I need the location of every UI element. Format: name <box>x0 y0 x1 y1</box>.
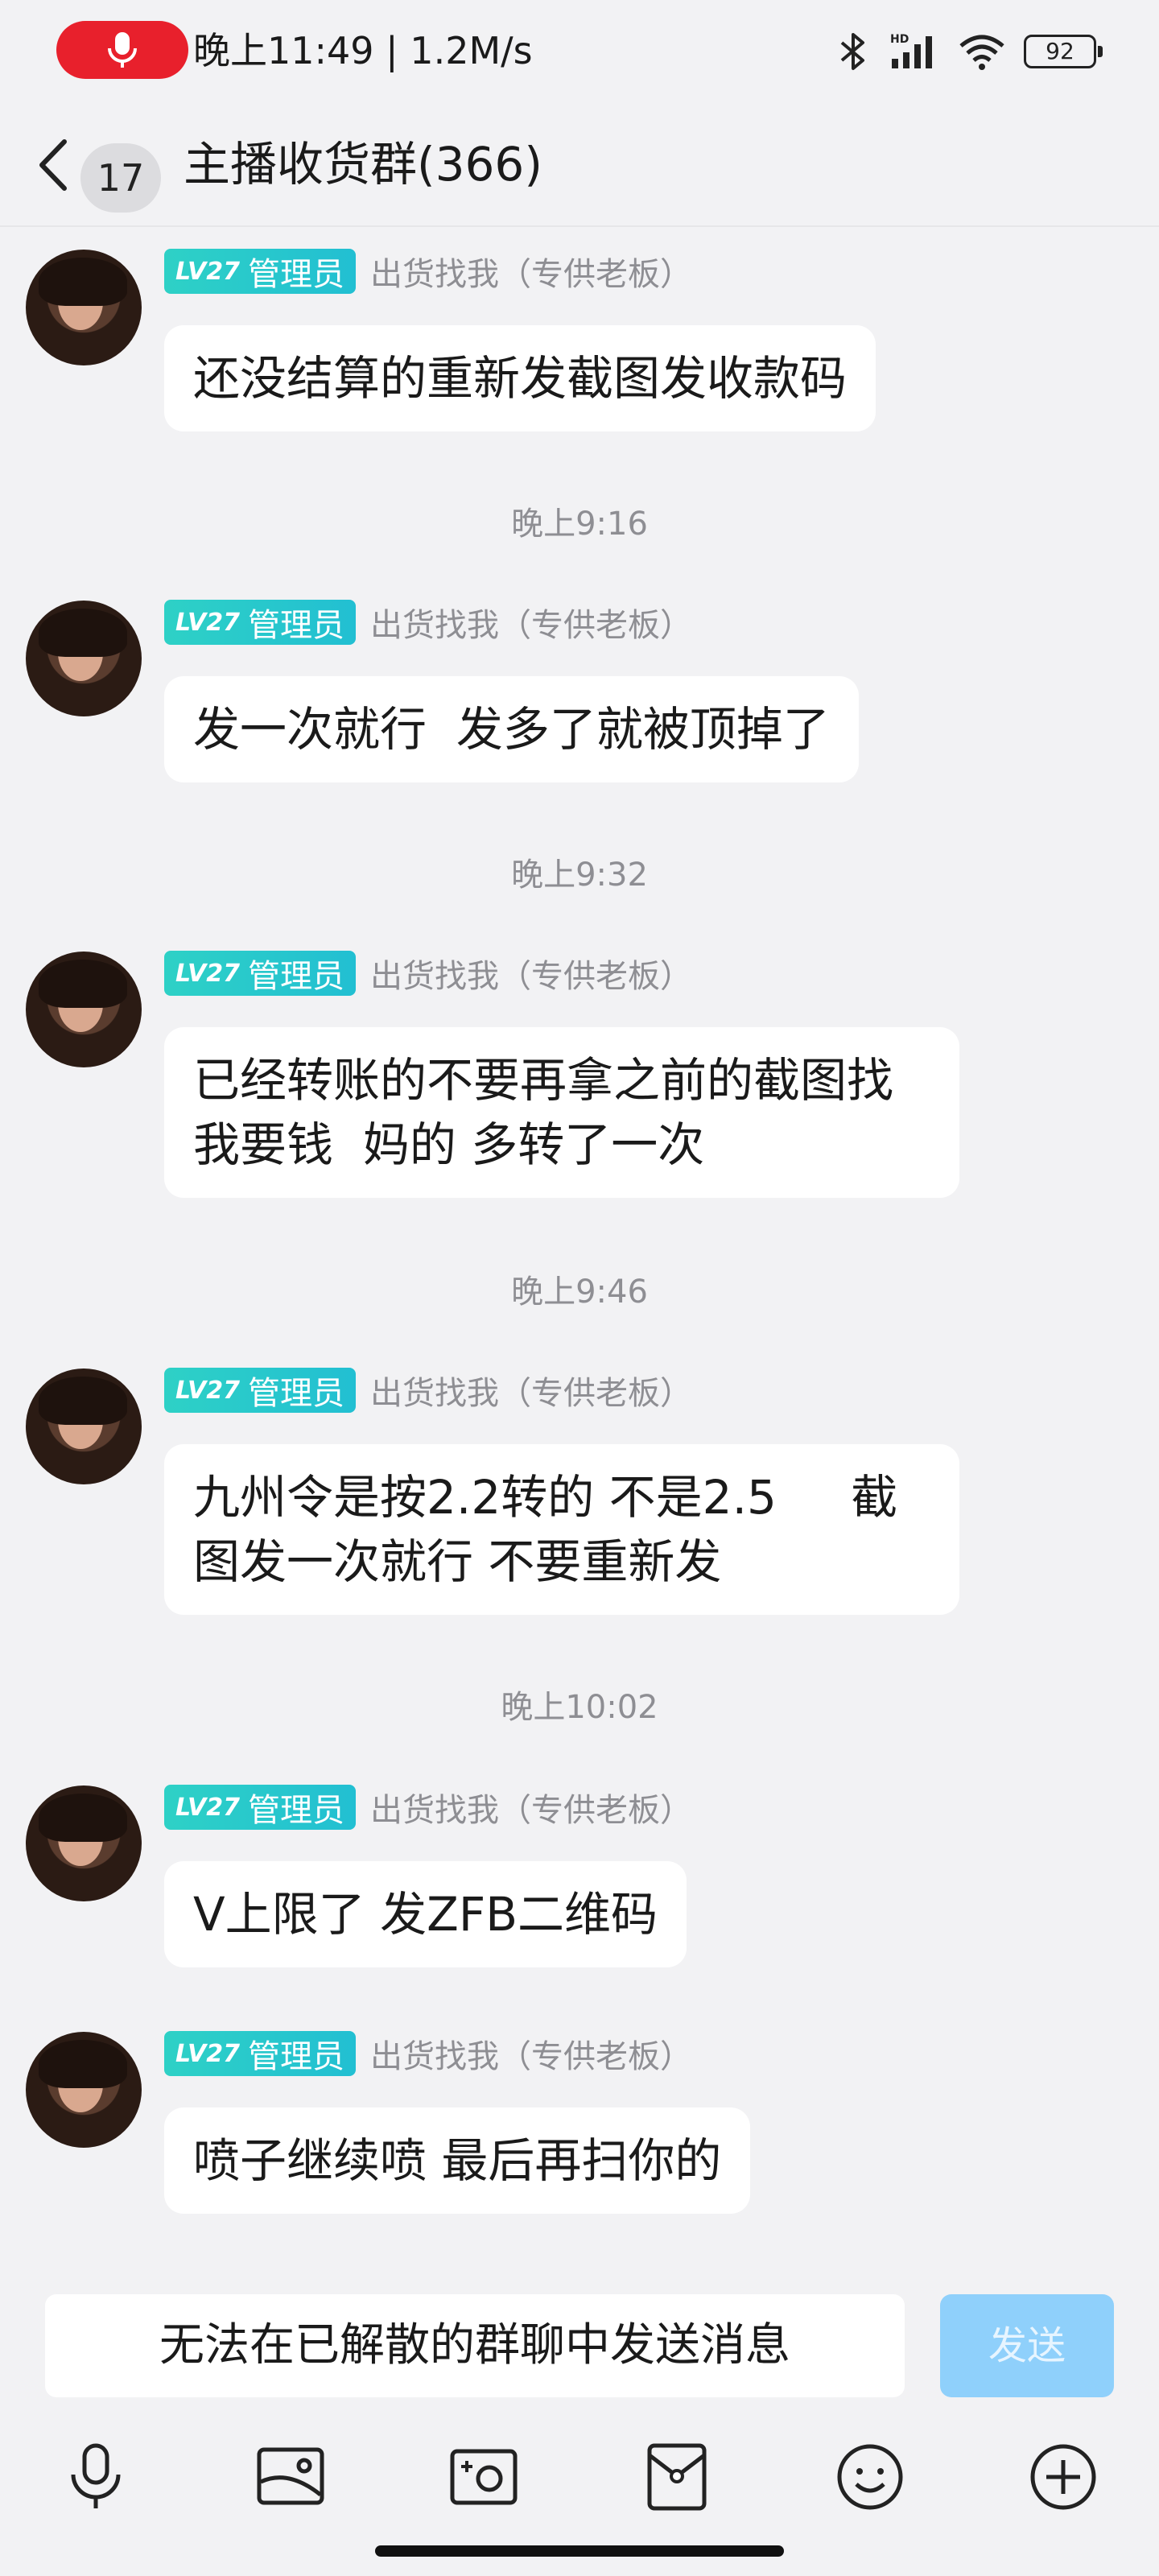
sender-name: 出货找我（专供老板） <box>369 2038 692 2075</box>
level-badge: LV27 管理员 <box>164 951 356 996</box>
signal-icon: HD <box>890 33 932 68</box>
level-label: LV27 <box>175 257 240 286</box>
role-label: 管理员 <box>247 2038 344 2075</box>
message-bubble[interactable]: V上限了 发ZFB二维码 <box>164 1861 687 1967</box>
avatar[interactable] <box>26 1785 142 1901</box>
avatar[interactable] <box>26 2032 142 2148</box>
level-label: LV27 <box>175 1376 240 1405</box>
message-bubble[interactable]: 已经转账的不要再拿之前的截图找 我要钱 妈的 多转了一次 <box>164 1027 959 1198</box>
camera-button[interactable] <box>439 2433 528 2521</box>
level-badge: LV27 管理员 <box>164 600 356 645</box>
avatar[interactable] <box>26 250 142 365</box>
avatar[interactable] <box>26 952 142 1067</box>
microphone-icon <box>108 32 137 68</box>
sender-meta: LV27 管理员 出货找我（专供老板） <box>164 599 692 646</box>
avatar[interactable] <box>26 601 142 716</box>
level-badge: LV27 管理员 <box>164 249 356 294</box>
plus-icon <box>1030 2444 1096 2510</box>
back-button[interactable]: 17 <box>32 127 161 213</box>
sender-name: 出货找我（专供老板） <box>369 1792 692 1829</box>
timestamp: 晚上9:46 <box>511 1274 648 1311</box>
input-toolbar <box>0 2433 1159 2521</box>
recording-indicator[interactable] <box>56 21 188 79</box>
chat-header: 17 主播收货群(366) <box>0 105 1159 227</box>
sender-meta: LV27 管理员 出货找我（专供老板） <box>164 2030 692 2077</box>
wifi-icon <box>959 35 1004 70</box>
level-badge: LV27 管理员 <box>164 1785 356 1830</box>
level-label: LV27 <box>175 608 240 637</box>
sender-name: 出货找我（专供老板） <box>369 958 692 995</box>
message-bubble[interactable]: 还没结算的重新发截图发收款码 <box>164 325 876 431</box>
status-time-speed: 晚上11:49 | 1.2M/s <box>193 29 533 72</box>
timestamp: 晚上9:32 <box>511 857 648 894</box>
svg-text:HD: HD <box>890 33 909 46</box>
more-button[interactable] <box>1019 2433 1107 2521</box>
emoji-button[interactable] <box>826 2433 914 2521</box>
image-button[interactable] <box>246 2433 335 2521</box>
role-label: 管理员 <box>247 256 344 293</box>
level-badge: LV27 管理员 <box>164 2031 356 2076</box>
image-icon <box>257 2447 324 2505</box>
status-icons: HD 92 <box>835 27 1103 76</box>
red-packet-icon <box>647 2443 707 2511</box>
send-button[interactable]: 发送 <box>940 2294 1114 2397</box>
message-bubble[interactable]: 九州令是按2.2转的 不是2.5 截 图发一次就行 不要重新发 <box>164 1444 959 1615</box>
bluetooth-icon <box>840 33 864 70</box>
chat-title[interactable]: 主播收货群(366) <box>184 124 542 204</box>
message-input-disabled[interactable]: 无法在已解散的群聊中发送消息 <box>45 2294 905 2397</box>
microphone-icon <box>71 2443 121 2508</box>
input-area: 无法在已解散的群聊中发送消息 发送 <box>0 2275 1159 2576</box>
sender-meta: LV27 管理员 出货找我（专供老板） <box>164 1367 692 1414</box>
level-badge: LV27 管理员 <box>164 1368 356 1413</box>
avatar[interactable] <box>26 1368 142 1484</box>
voice-button[interactable] <box>52 2433 140 2521</box>
red-packet-button[interactable] <box>633 2433 721 2521</box>
level-label: LV27 <box>175 959 240 988</box>
role-label: 管理员 <box>247 958 344 995</box>
level-label: LV27 <box>175 2039 240 2068</box>
sender-name: 出货找我（专供老板） <box>369 256 692 293</box>
sender-name: 出货找我（专供老板） <box>369 607 692 644</box>
camera-icon <box>450 2449 518 2505</box>
timestamp: 晚上10:02 <box>501 1689 658 1726</box>
role-label: 管理员 <box>247 1375 344 1412</box>
sender-meta: LV27 管理员 出货找我（专供老板） <box>164 248 692 295</box>
sender-name: 出货找我（专供老板） <box>369 1375 692 1412</box>
level-label: LV27 <box>175 1793 240 1822</box>
battery-indicator: 92 <box>1024 35 1103 68</box>
message-bubble[interactable]: 喷子继续喷 最后再扫你的 <box>164 2107 751 2214</box>
sender-meta: LV27 管理员 出货找我（专供老板） <box>164 950 692 997</box>
role-label: 管理员 <box>247 607 344 644</box>
timestamp: 晚上9:16 <box>511 506 648 543</box>
unread-count-badge: 17 <box>80 143 161 213</box>
home-indicator[interactable] <box>375 2545 784 2557</box>
message-bubble[interactable]: 发一次就行 发多了就被顶掉了 <box>164 676 859 782</box>
chevron-left-icon <box>39 139 67 191</box>
sender-meta: LV27 管理员 出货找我（专供老板） <box>164 1784 692 1831</box>
status-bar: 晚上11:49 | 1.2M/s HD 92 <box>0 0 1159 105</box>
role-label: 管理员 <box>247 1792 344 1829</box>
emoji-icon <box>837 2444 903 2510</box>
